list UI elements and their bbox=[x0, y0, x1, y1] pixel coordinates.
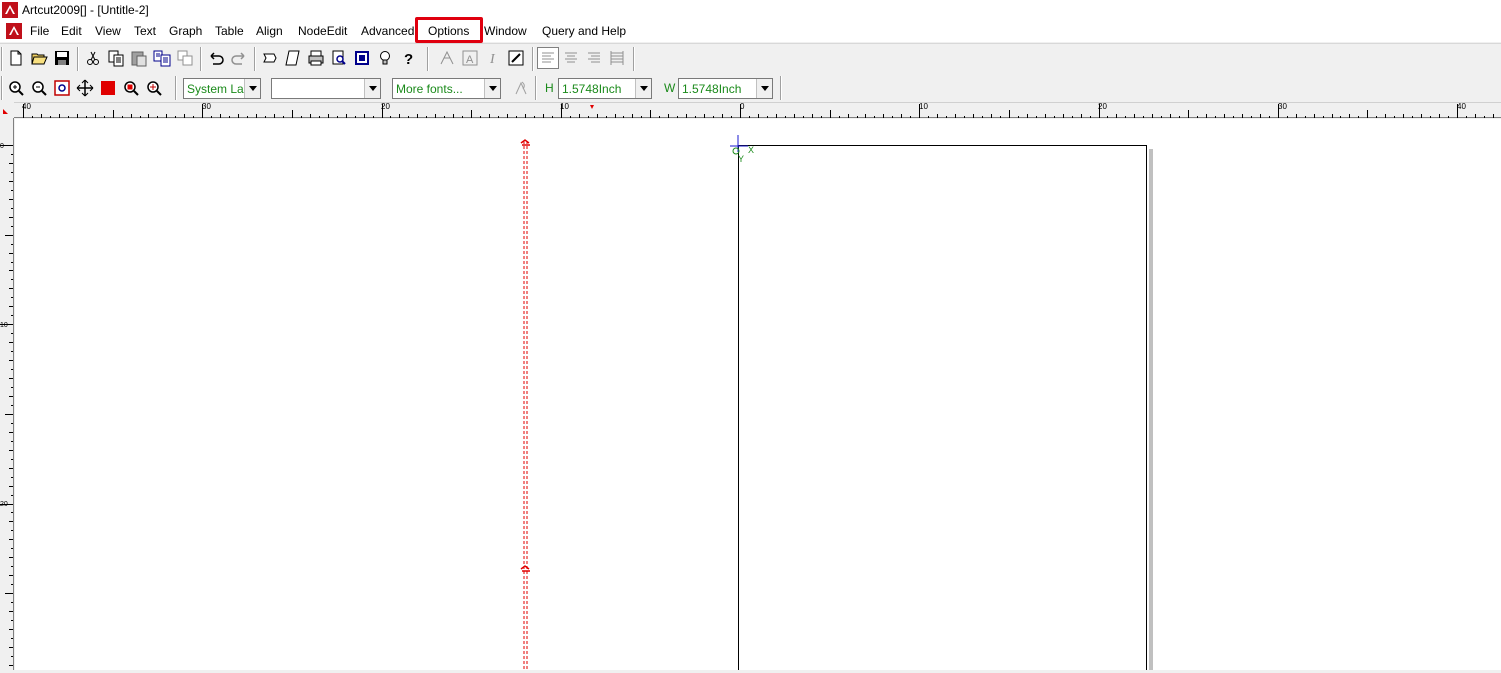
menu-query-and-help[interactable]: Query and Help bbox=[542, 24, 626, 38]
more-fonts-value: More fonts... bbox=[396, 82, 463, 96]
paste-special-icon[interactable] bbox=[151, 47, 173, 69]
menu-window[interactable]: Window bbox=[484, 24, 527, 38]
svg-text:I: I bbox=[489, 52, 496, 67]
clone-icon[interactable] bbox=[174, 47, 196, 69]
menu-file[interactable]: File bbox=[30, 24, 49, 38]
font-name-select[interactable] bbox=[271, 78, 381, 99]
vertical-ruler[interactable]: 0 10 20 bbox=[0, 118, 14, 670]
chevron-down-icon[interactable] bbox=[244, 79, 260, 98]
zoom-in-icon[interactable] bbox=[5, 77, 27, 99]
menu-nodeedit[interactable]: NodeEdit bbox=[298, 24, 347, 38]
title-bar: Artcut2009[] - [Untitle-2] bbox=[0, 0, 1501, 20]
width-value: 1.5748Inch bbox=[682, 82, 742, 96]
new-icon[interactable] bbox=[5, 47, 27, 69]
print-preview-icon[interactable] bbox=[328, 47, 350, 69]
menu-bar: File Edit View Text Graph Table Align No… bbox=[0, 20, 1501, 42]
text-shadow-icon[interactable] bbox=[436, 47, 458, 69]
menu-edit[interactable]: Edit bbox=[61, 24, 82, 38]
menu-graph[interactable]: Graph bbox=[169, 24, 202, 38]
paste-icon[interactable] bbox=[128, 47, 150, 69]
pan-icon[interactable] bbox=[74, 77, 96, 99]
options-highlight-box bbox=[415, 17, 483, 43]
undo-icon[interactable] bbox=[205, 47, 227, 69]
justify-icon[interactable] bbox=[606, 47, 628, 69]
redo-icon[interactable] bbox=[228, 47, 250, 69]
ruler-corner bbox=[0, 102, 14, 118]
ruler-label: 30 bbox=[202, 102, 211, 111]
origin-x-label: X bbox=[748, 145, 755, 155]
menu-view[interactable]: View bbox=[95, 24, 121, 38]
chevron-down-icon[interactable] bbox=[635, 79, 651, 98]
menu-text[interactable]: Text bbox=[134, 24, 156, 38]
zoom-all-icon[interactable] bbox=[143, 77, 165, 99]
align-right-icon[interactable] bbox=[583, 47, 605, 69]
align-center-icon[interactable] bbox=[560, 47, 582, 69]
text-tool-icon[interactable] bbox=[510, 77, 532, 99]
zoom-out-icon[interactable] bbox=[28, 77, 50, 99]
svg-text:?: ? bbox=[404, 51, 413, 67]
window-title: Artcut2009[] - [Untitle-2] bbox=[22, 3, 149, 17]
vertical-ruler-ticks bbox=[0, 145, 13, 666]
height-value: 1.5748Inch bbox=[562, 82, 622, 96]
ruler-label: 10 bbox=[0, 322, 8, 329]
drawing-canvas[interactable]: X Y bbox=[15, 119, 1501, 670]
page-shadow bbox=[1149, 149, 1153, 670]
menu-advanced[interactable]: Advanced bbox=[361, 24, 414, 38]
cut-icon[interactable] bbox=[82, 47, 104, 69]
document-icon[interactable] bbox=[6, 23, 22, 39]
ruler-label: 30 bbox=[1278, 102, 1287, 111]
menu-align[interactable]: Align bbox=[256, 24, 283, 38]
app-icon bbox=[2, 2, 18, 18]
vertical-guide-line[interactable] bbox=[520, 139, 530, 670]
import-icon[interactable] bbox=[259, 47, 281, 69]
align-left-icon[interactable] bbox=[537, 47, 559, 69]
ruler-label: 10 bbox=[919, 102, 928, 111]
canvas-drawing bbox=[520, 135, 1153, 671]
standard-toolbar: ? A I bbox=[0, 43, 1501, 73]
open-icon[interactable] bbox=[28, 47, 50, 69]
page-border[interactable] bbox=[738, 145, 1147, 671]
height-label: H bbox=[545, 81, 554, 95]
ruler-label: 10 bbox=[560, 102, 569, 111]
ruler-label: 20 bbox=[0, 501, 8, 508]
export-icon[interactable] bbox=[282, 47, 304, 69]
help-icon[interactable]: ? bbox=[397, 47, 419, 69]
frame-icon[interactable] bbox=[351, 47, 373, 69]
chevron-down-icon[interactable] bbox=[364, 79, 380, 98]
ruler-label: 40 bbox=[1457, 102, 1466, 111]
width-select[interactable]: 1.5748Inch bbox=[678, 78, 773, 99]
more-fonts-select[interactable]: More fonts... bbox=[392, 78, 501, 99]
text-outline-icon[interactable]: A bbox=[459, 47, 481, 69]
copy-icon[interactable] bbox=[105, 47, 127, 69]
save-icon[interactable] bbox=[51, 47, 73, 69]
print-icon[interactable] bbox=[305, 47, 327, 69]
tip-icon[interactable] bbox=[374, 47, 396, 69]
ruler-label: 20 bbox=[1098, 102, 1107, 111]
menu-table[interactable]: Table bbox=[215, 24, 244, 38]
ruler-label: 0 bbox=[740, 102, 745, 111]
origin-y-label: Y bbox=[738, 154, 745, 164]
svg-text:A: A bbox=[466, 54, 474, 66]
zoom-page-icon[interactable] bbox=[51, 77, 73, 99]
fill-color-icon[interactable] bbox=[97, 77, 119, 99]
edit-text-icon[interactable] bbox=[505, 47, 527, 69]
chevron-down-icon[interactable] bbox=[756, 79, 772, 98]
font-script-value: System Lan bbox=[187, 82, 245, 96]
italic-icon[interactable]: I bbox=[482, 47, 504, 69]
ruler-label: 0 bbox=[0, 143, 4, 150]
zoom-selection-icon[interactable] bbox=[120, 77, 142, 99]
ruler-label: 40 bbox=[22, 102, 31, 111]
font-script-select[interactable]: System Lan bbox=[183, 78, 261, 99]
ruler-label: 20 bbox=[381, 102, 390, 111]
width-label: W bbox=[664, 81, 676, 95]
chevron-down-icon[interactable] bbox=[484, 79, 500, 98]
horizontal-ruler[interactable]: 40 30 20 10 0 10 20 30 40 bbox=[14, 102, 1501, 118]
text-toolbar: System Lan More fonts... H 1.5748Inch W … bbox=[0, 74, 1501, 102]
height-select[interactable]: 1.5748Inch bbox=[558, 78, 652, 99]
